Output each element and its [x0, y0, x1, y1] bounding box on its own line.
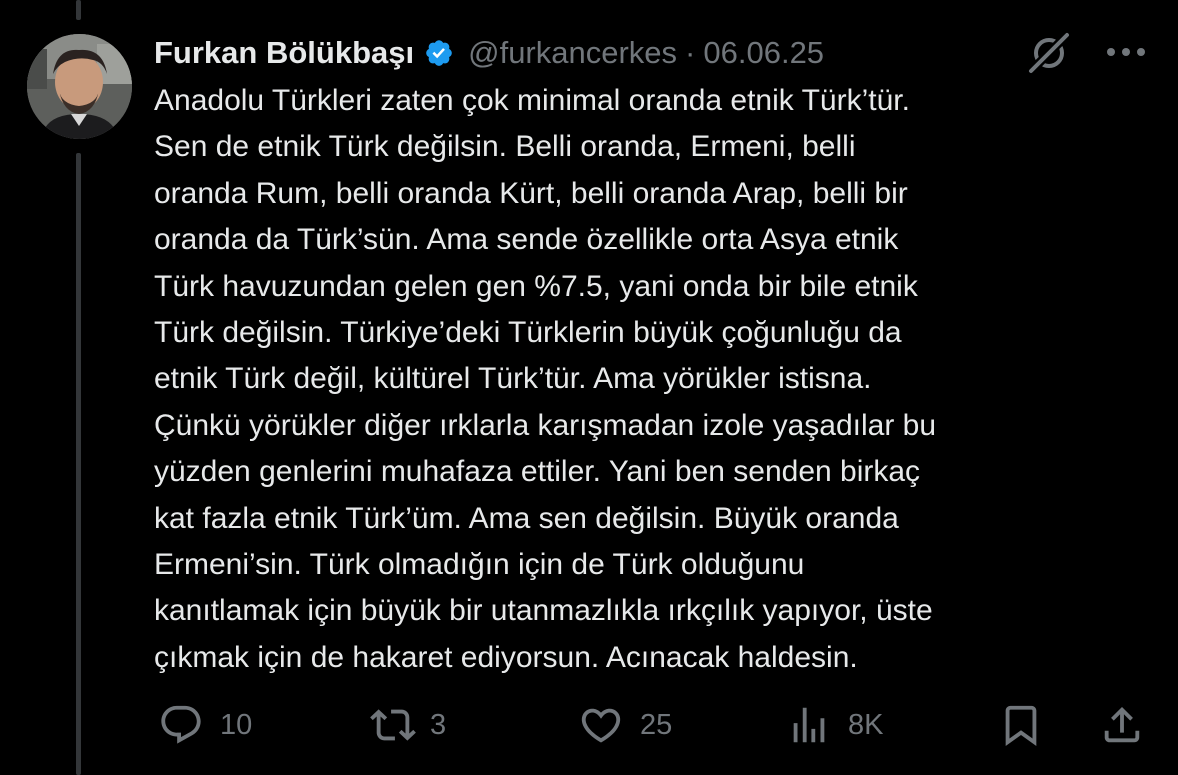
thread-line-top — [76, 0, 81, 20]
tweet-actions: 10 3 25 8K — [0, 690, 1178, 760]
tweet-header: Furkan Bölükbaşı @furkancerkes · 06.06.2… — [154, 28, 824, 78]
meta-separator: · — [685, 35, 696, 70]
bookmark-icon — [998, 702, 1044, 748]
views-chart-icon — [786, 702, 832, 748]
repost-count: 3 — [430, 708, 447, 741]
heart-icon — [578, 702, 624, 748]
reply-icon — [158, 702, 204, 748]
grok-icon[interactable] — [1026, 30, 1072, 76]
repost-icon — [368, 702, 418, 748]
tweet-text: Anadolu Türkleri zaten çok minimal orand… — [154, 84, 937, 674]
like-count: 25 — [640, 708, 673, 741]
verified-badge-icon — [424, 38, 454, 68]
thread-line — [76, 153, 81, 775]
reply-count: 10 — [220, 708, 253, 741]
views-count: 8K — [848, 708, 884, 741]
like-button[interactable]: 25 — [578, 690, 672, 760]
author-handle[interactable]: @furkancerkes — [468, 35, 677, 71]
repost-button[interactable]: 3 — [368, 690, 446, 760]
author-display-name[interactable]: Furkan Bölükbaşı — [154, 35, 414, 71]
bookmark-button[interactable] — [998, 690, 1044, 760]
share-button[interactable] — [1099, 690, 1145, 760]
tweet-date[interactable]: 06.06.25 — [703, 35, 824, 71]
views-button[interactable]: 8K — [786, 690, 883, 760]
share-icon — [1099, 702, 1145, 748]
reply-button[interactable]: 10 — [158, 690, 252, 760]
avatar[interactable] — [27, 34, 132, 139]
more-options-icon[interactable] — [1103, 42, 1149, 62]
